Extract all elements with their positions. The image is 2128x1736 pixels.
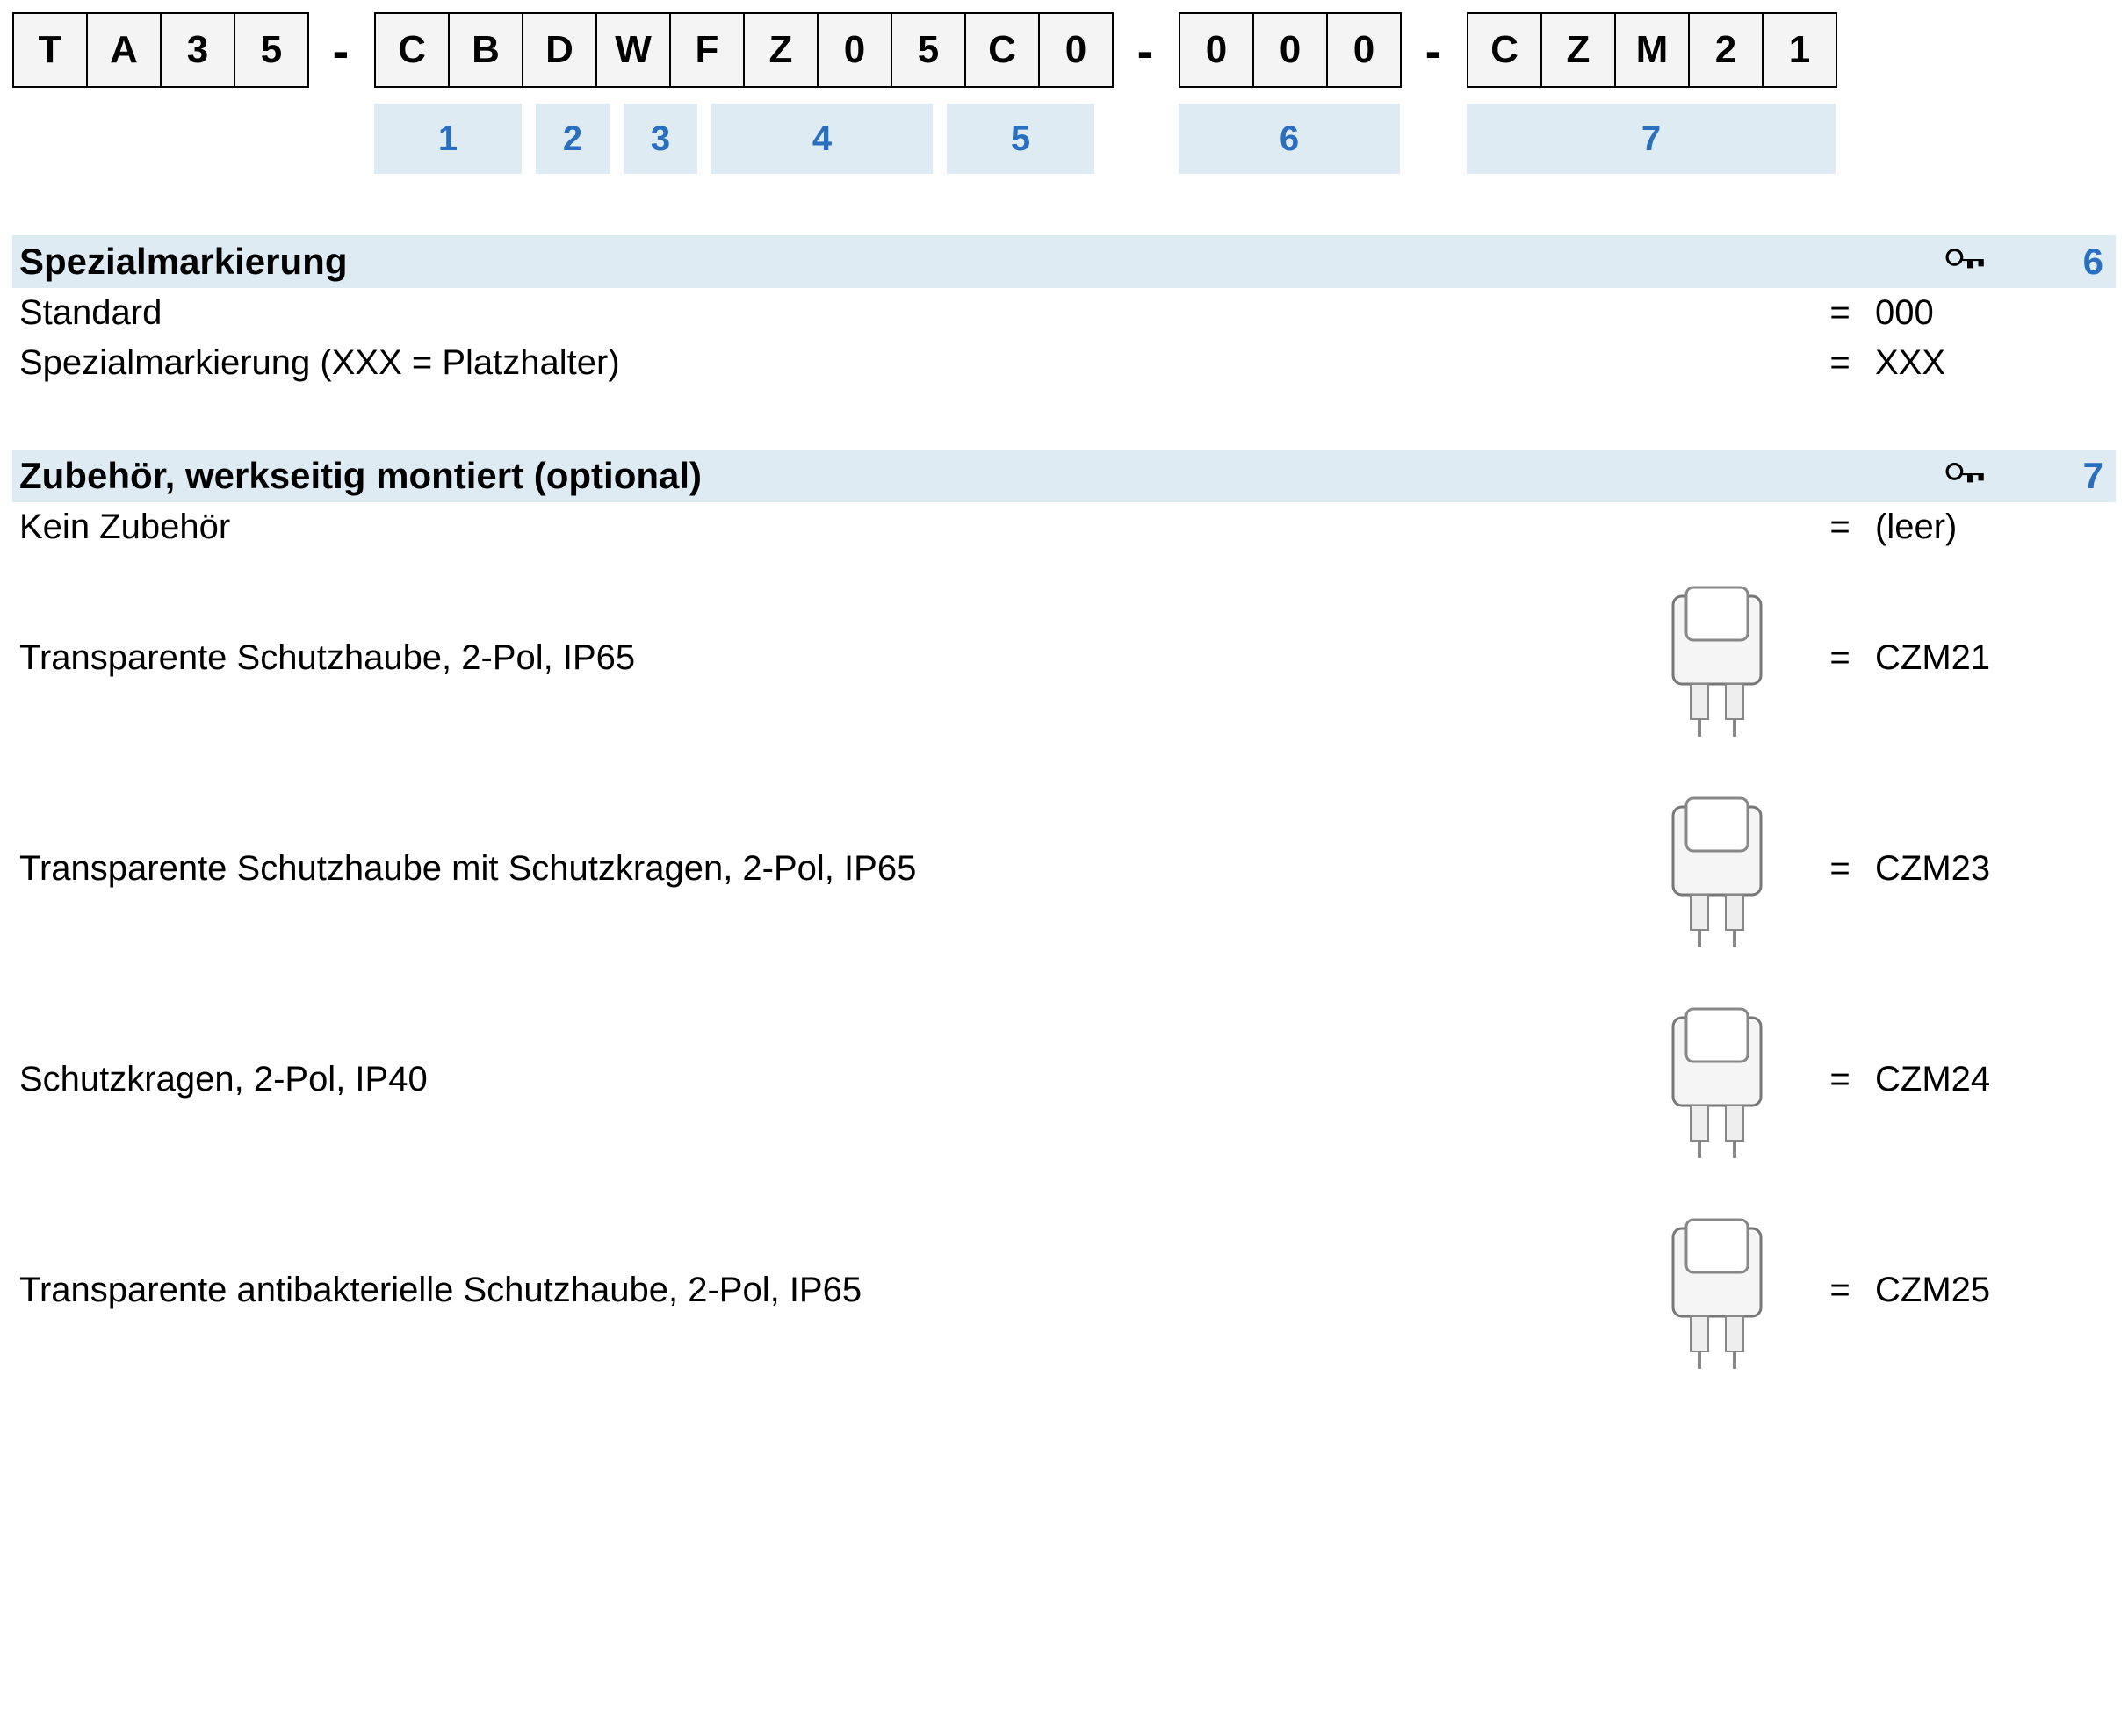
encoder-cell: C (1467, 12, 1542, 88)
encoder-cell: Z (1540, 12, 1616, 88)
legend-chip: 3 (624, 104, 697, 174)
legend-chip: 1 (374, 104, 522, 174)
encoder-cell: 0 (1326, 12, 1402, 88)
section-title: Zubehör, werkseitig montiert (optional) (19, 455, 1945, 497)
encoder-group-4: C Z M 2 1 7 (1467, 12, 1836, 174)
encoder-group-2: C B D W F Z 0 5 C 0 1 2 3 4 5 (374, 12, 1112, 174)
encoder-cell: 3 (160, 12, 235, 88)
equals-sign: = (1805, 343, 1875, 383)
encoder-separator: - (1112, 12, 1179, 88)
legend-chip: 5 (947, 104, 1094, 174)
legend-chip: 2 (536, 104, 610, 174)
encoder-cell: 0 (1038, 12, 1114, 88)
encoder-legend-g3: 6 (1179, 104, 1400, 174)
option-row: Spezialmarkierung (XXX = Platzhalter) = … (12, 338, 2116, 388)
legend-chip: 4 (711, 104, 933, 174)
section-zubehoer: Zubehör, werkseitig montiert (optional) … (12, 450, 2116, 1395)
encoder-cell: W (595, 12, 671, 88)
option-code: (leer) (1875, 508, 2103, 547)
equals-sign: = (1805, 293, 1875, 333)
encoder-cell: 1 (1762, 12, 1837, 88)
equals-sign: = (1805, 508, 1875, 547)
option-row: Standard = 000 (12, 288, 2116, 338)
encoder-cell: 0 (817, 12, 892, 88)
equals-sign: = (1805, 1060, 1875, 1099)
encoder-cell: 5 (891, 12, 966, 88)
key-icon (1945, 455, 1989, 497)
legend-chip: 7 (1467, 104, 1836, 174)
legend-chip: 6 (1179, 104, 1400, 174)
encoder-cell: 0 (1179, 12, 1254, 88)
option-thumb (1629, 570, 1805, 746)
encoder-cell: D (522, 12, 597, 88)
encoder-cell: 2 (1688, 12, 1764, 88)
option-thumb (1629, 991, 1805, 1167)
encoder-cell: C (374, 12, 450, 88)
section-title: Spezialmarkierung (19, 241, 1945, 283)
option-code: 000 (1875, 293, 2103, 333)
encoder-group-3: 0 0 0 6 (1179, 12, 1400, 174)
encoder-cell: 5 (234, 12, 309, 88)
option-row: Schutzkragen, 2-Pol, IP40 = CZM24 (12, 974, 2116, 1185)
option-desc: Standard (19, 293, 1629, 333)
product-icon (1651, 1202, 1783, 1378)
option-desc: Transparente antibakterielle Schutzhaube… (19, 1271, 1629, 1310)
encoder-cell: A (86, 12, 162, 88)
equals-sign: = (1805, 1271, 1875, 1310)
part-number-encoder: T A 3 5 - C B D W F Z 0 5 C 0 1 2 3 4 (12, 12, 2116, 174)
option-thumb (1629, 1202, 1805, 1378)
encoder-legend-g4: 7 (1467, 104, 1836, 174)
encoder-separator: - (1400, 12, 1467, 88)
option-thumb (1629, 781, 1805, 956)
encoder-separator: - (307, 12, 374, 88)
section-ref-number: 6 (2051, 241, 2103, 283)
equals-sign: = (1805, 849, 1875, 889)
encoder-cell: C (964, 12, 1040, 88)
option-desc: Transparente Schutzhaube mit Schutzkrage… (19, 849, 1629, 889)
key-icon (1945, 241, 1989, 283)
option-code: CZM24 (1875, 1060, 2103, 1099)
option-code: CZM21 (1875, 638, 2103, 678)
option-row: Transparente Schutzhaube mit Schutzkrage… (12, 763, 2116, 974)
encoder-cell: B (448, 12, 523, 88)
encoder-cell: Z (743, 12, 819, 88)
section-header: Spezialmarkierung 6 (12, 235, 2116, 288)
option-row: Transparente Schutzhaube, 2-Pol, IP65 = … (12, 552, 2116, 763)
product-icon (1651, 781, 1783, 956)
section-header: Zubehör, werkseitig montiert (optional) … (12, 450, 2116, 502)
encoder-legend-g2: 1 2 3 4 5 (374, 104, 1112, 174)
encoder-cell: M (1614, 12, 1690, 88)
option-desc: Schutzkragen, 2-Pol, IP40 (19, 1060, 1629, 1099)
option-desc: Kein Zubehör (19, 508, 1629, 547)
product-icon (1651, 570, 1783, 746)
option-code: CZM23 (1875, 849, 2103, 889)
section-ref-number: 7 (2051, 455, 2103, 497)
encoder-cell: T (12, 12, 88, 88)
product-icon (1651, 991, 1783, 1167)
section-spezialmarkierung: Spezialmarkierung 6 Standard = 000 Spezi… (12, 235, 2116, 388)
option-code: CZM25 (1875, 1271, 2103, 1310)
encoder-cell: 0 (1252, 12, 1328, 88)
option-desc: Transparente Schutzhaube, 2-Pol, IP65 (19, 638, 1629, 678)
encoder-cell: F (669, 12, 745, 88)
equals-sign: = (1805, 638, 1875, 678)
encoder-group-1: T A 3 5 (12, 12, 307, 88)
option-row: Transparente antibakterielle Schutzhaube… (12, 1185, 2116, 1395)
option-desc: Spezialmarkierung (XXX = Platzhalter) (19, 343, 1629, 383)
option-code: XXX (1875, 343, 2103, 383)
option-row: Kein Zubehör = (leer) (12, 502, 2116, 552)
